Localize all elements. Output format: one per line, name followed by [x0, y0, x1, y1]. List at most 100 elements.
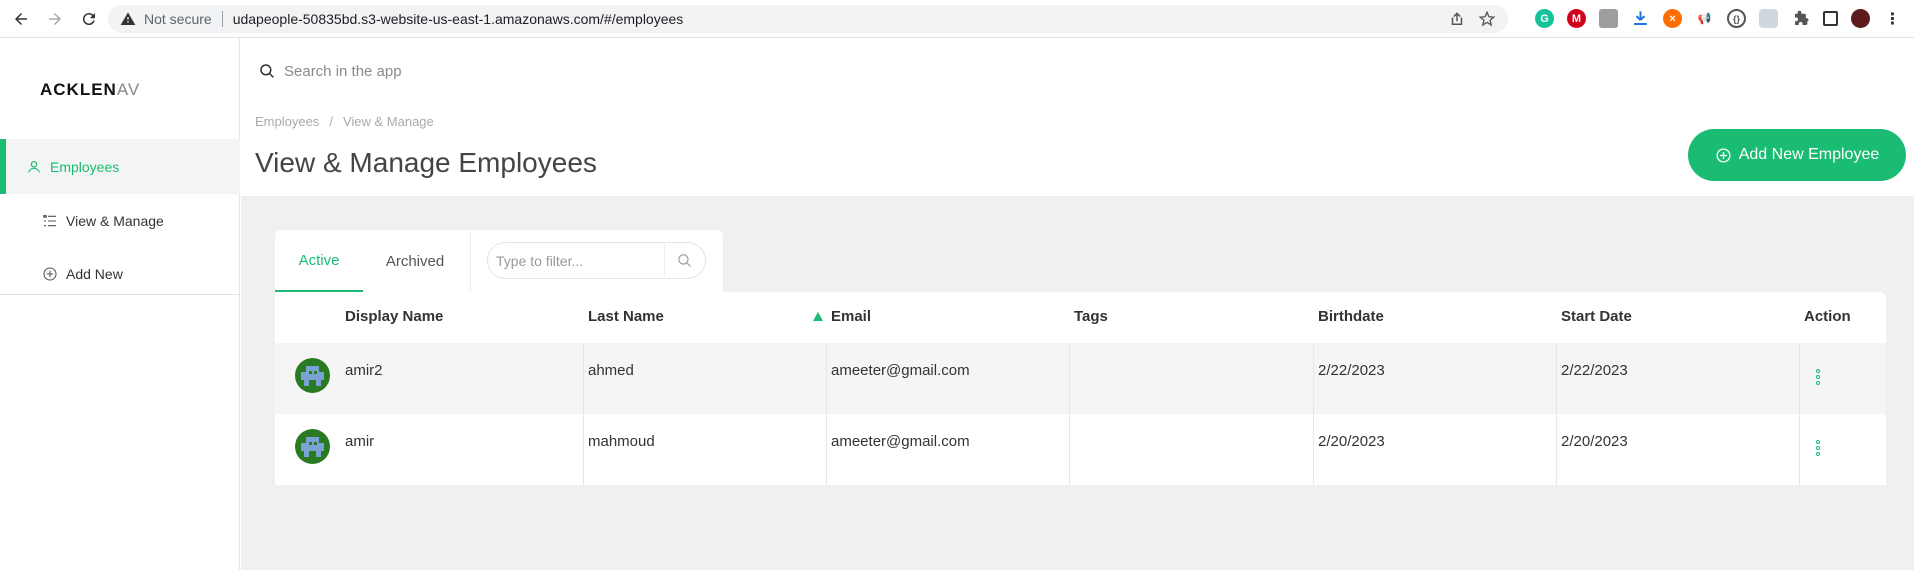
breadcrumb-view-manage[interactable]: View & Manage: [343, 114, 434, 129]
reload-button[interactable]: [76, 6, 102, 32]
cell-email: ameeter@gmail.com: [831, 433, 970, 450]
column-header-start-date[interactable]: Start Date: [1561, 308, 1632, 325]
profile-avatar-icon[interactable]: [1851, 9, 1870, 28]
puzzle-icon[interactable]: [1791, 9, 1810, 28]
sidebar-item-add-new[interactable]: Add New: [0, 247, 240, 300]
cell-last-name: ahmed: [588, 362, 634, 379]
cell-last-name: mahmoud: [588, 433, 655, 450]
column-header-email[interactable]: Email: [831, 308, 871, 325]
page-title: View & Manage Employees: [255, 147, 597, 178]
filter-input[interactable]: [496, 252, 656, 269]
row-actions-icon[interactable]: [1816, 369, 1820, 385]
add-button-label: Add New Employee: [1738, 146, 1880, 163]
kebab-menu-icon[interactable]: ⋮: [1883, 9, 1902, 28]
plus-circle-icon: [43, 266, 57, 281]
main-content: Active Archived Display Name Last Name E…: [241, 197, 1914, 570]
address-divider: [221, 11, 223, 27]
tab-divider: [470, 230, 471, 292]
cell-display-name: amir2: [345, 362, 383, 379]
url-text: udapeople-50835bd.s3-website-us-east-1.a…: [232, 11, 684, 27]
orange-extension-icon[interactable]: ×: [1663, 9, 1682, 28]
search-icon[interactable]: [676, 252, 693, 269]
column-divider: [1799, 343, 1800, 414]
column-divider: [1069, 414, 1070, 485]
avatar: [295, 429, 330, 464]
column-header-last-name[interactable]: Last Name: [588, 308, 664, 325]
company-logo[interactable]: ACKLENAV: [40, 80, 140, 100]
grammarly-icon[interactable]: G: [1535, 9, 1554, 28]
shield-extension-icon[interactable]: [1599, 9, 1618, 28]
list-icon: [43, 214, 56, 226]
column-divider: [1556, 414, 1557, 485]
search-input[interactable]: [284, 62, 1484, 80]
bookmark-star-icon[interactable]: [1478, 10, 1496, 28]
warning-icon: [120, 12, 136, 25]
column-divider: [583, 414, 584, 485]
column-header-action: Action: [1804, 308, 1851, 325]
row-actions-icon[interactable]: [1816, 440, 1820, 456]
filter-box: [487, 242, 706, 279]
column-divider: [1313, 343, 1314, 414]
employees-table: Display Name Last Name Email Tags Birthd…: [275, 292, 1886, 485]
megaphone-icon[interactable]: 📢: [1695, 9, 1714, 28]
table-header: Display Name Last Name Email Tags Birthd…: [275, 292, 1886, 343]
share-icon[interactable]: [1448, 10, 1466, 28]
mega-icon[interactable]: M: [1567, 9, 1586, 28]
logo-text: ACKLEN: [40, 80, 117, 99]
sidebar-item-label: Employees: [50, 158, 120, 175]
column-divider: [583, 343, 584, 414]
sidepanel-icon[interactable]: [1823, 11, 1838, 26]
arrow-right-icon: [49, 12, 61, 25]
sidebar-item-view-manage[interactable]: View & Manage: [0, 194, 240, 247]
column-divider: [826, 343, 827, 414]
avatar: [295, 358, 330, 393]
browser-toolbar: Not secure udapeople-50835bd.s3-website-…: [0, 0, 1914, 38]
search-icon: [260, 64, 274, 78]
cell-birthdate: 2/20/2023: [1318, 433, 1385, 450]
privacy-extension-icon[interactable]: [1759, 9, 1778, 28]
cell-start-date: 2/22/2023: [1561, 362, 1628, 379]
address-bar[interactable]: Not secure udapeople-50835bd.s3-website-…: [108, 5, 1508, 33]
add-new-employee-button[interactable]: Add New Employee: [1688, 129, 1906, 181]
cell-display-name: amir: [345, 433, 375, 450]
app-search-bar: [241, 39, 1914, 103]
tabs-bar: Active Archived: [275, 230, 723, 292]
back-button[interactable]: [8, 6, 34, 32]
column-header-birthdate[interactable]: Birthdate: [1318, 308, 1384, 325]
cell-email: ameeter@gmail.com: [831, 362, 970, 379]
page-header: Employees / View & Manage View & Manage …: [241, 103, 1914, 197]
cell-start-date: 2/20/2023: [1561, 433, 1628, 450]
tab-active[interactable]: Active: [275, 230, 363, 292]
column-divider: [826, 414, 827, 485]
reload-icon: [82, 12, 95, 25]
column-divider: [1313, 414, 1314, 485]
tab-archived[interactable]: Archived: [371, 230, 459, 292]
code-extension-icon[interactable]: {}: [1727, 9, 1746, 28]
logo-text-faded: AV: [116, 80, 141, 99]
column-header-display-name[interactable]: Display Name: [345, 308, 443, 325]
plus-circle-icon: [1716, 147, 1731, 163]
sidebar-item-employees[interactable]: Employees: [0, 139, 240, 194]
breadcrumb-employees[interactable]: Employees: [255, 114, 319, 129]
arrow-left-icon: [15, 12, 27, 25]
table-row[interactable]: amir2 ahmed ameeter@gmail.com 2/22/2023 …: [275, 343, 1886, 414]
column-header-tags[interactable]: Tags: [1074, 308, 1108, 325]
column-divider: [1799, 414, 1800, 485]
column-divider: [1069, 343, 1070, 414]
sidebar-divider: [0, 294, 240, 295]
table-row[interactable]: amir mahmoud ameeter@gmail.com 2/20/2023…: [275, 414, 1886, 485]
column-divider: [1556, 343, 1557, 414]
sidebar-item-label: View & Manage: [66, 212, 164, 229]
not-secure-label: Not secure: [144, 11, 212, 27]
filter-divider: [664, 242, 665, 279]
cell-birthdate: 2/22/2023: [1318, 362, 1385, 379]
download-icon[interactable]: [1631, 9, 1650, 28]
sort-ascending-icon[interactable]: [813, 312, 823, 321]
sidebar: ACKLENAV Employees View & Manage Add New: [0, 38, 240, 570]
forward-button[interactable]: [42, 6, 68, 32]
sidebar-item-label: Add New: [66, 265, 123, 282]
breadcrumb-separator: /: [329, 114, 333, 129]
user-icon: [28, 160, 40, 173]
extension-icons: G M × 📢 {} ⋮: [1535, 9, 1902, 28]
sidebar-nav: Employees View & Manage Add New: [0, 139, 240, 300]
